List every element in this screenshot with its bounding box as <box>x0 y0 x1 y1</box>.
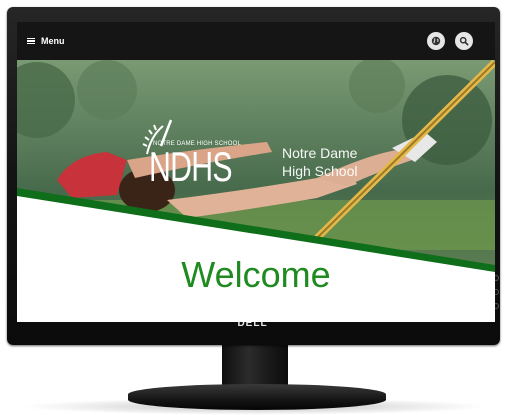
website-screen: Menu NOTRE DAME HIGH SCHOOL NDHS Notre D… <box>17 22 495 322</box>
welcome-heading: Welcome <box>181 254 331 295</box>
menu-button[interactable]: Menu <box>27 32 65 50</box>
school-name: Notre Dame High School <box>282 144 358 180</box>
school-logo: NOTRE DAME HIGH SCHOOL NDHS <box>141 116 272 190</box>
school-name-line1: Notre Dame <box>282 145 358 161</box>
top-navigation-bar: Menu <box>17 22 495 60</box>
search-button[interactable] <box>455 32 473 50</box>
globe-button[interactable] <box>427 32 445 50</box>
search-icon <box>459 36 469 46</box>
menu-label: Menu <box>41 36 65 46</box>
school-acronym: NDHS <box>149 143 233 190</box>
monitor-base <box>128 384 386 410</box>
hamburger-icon <box>27 37 35 45</box>
school-name-line2: High School <box>282 163 358 179</box>
globe-icon <box>431 36 441 46</box>
